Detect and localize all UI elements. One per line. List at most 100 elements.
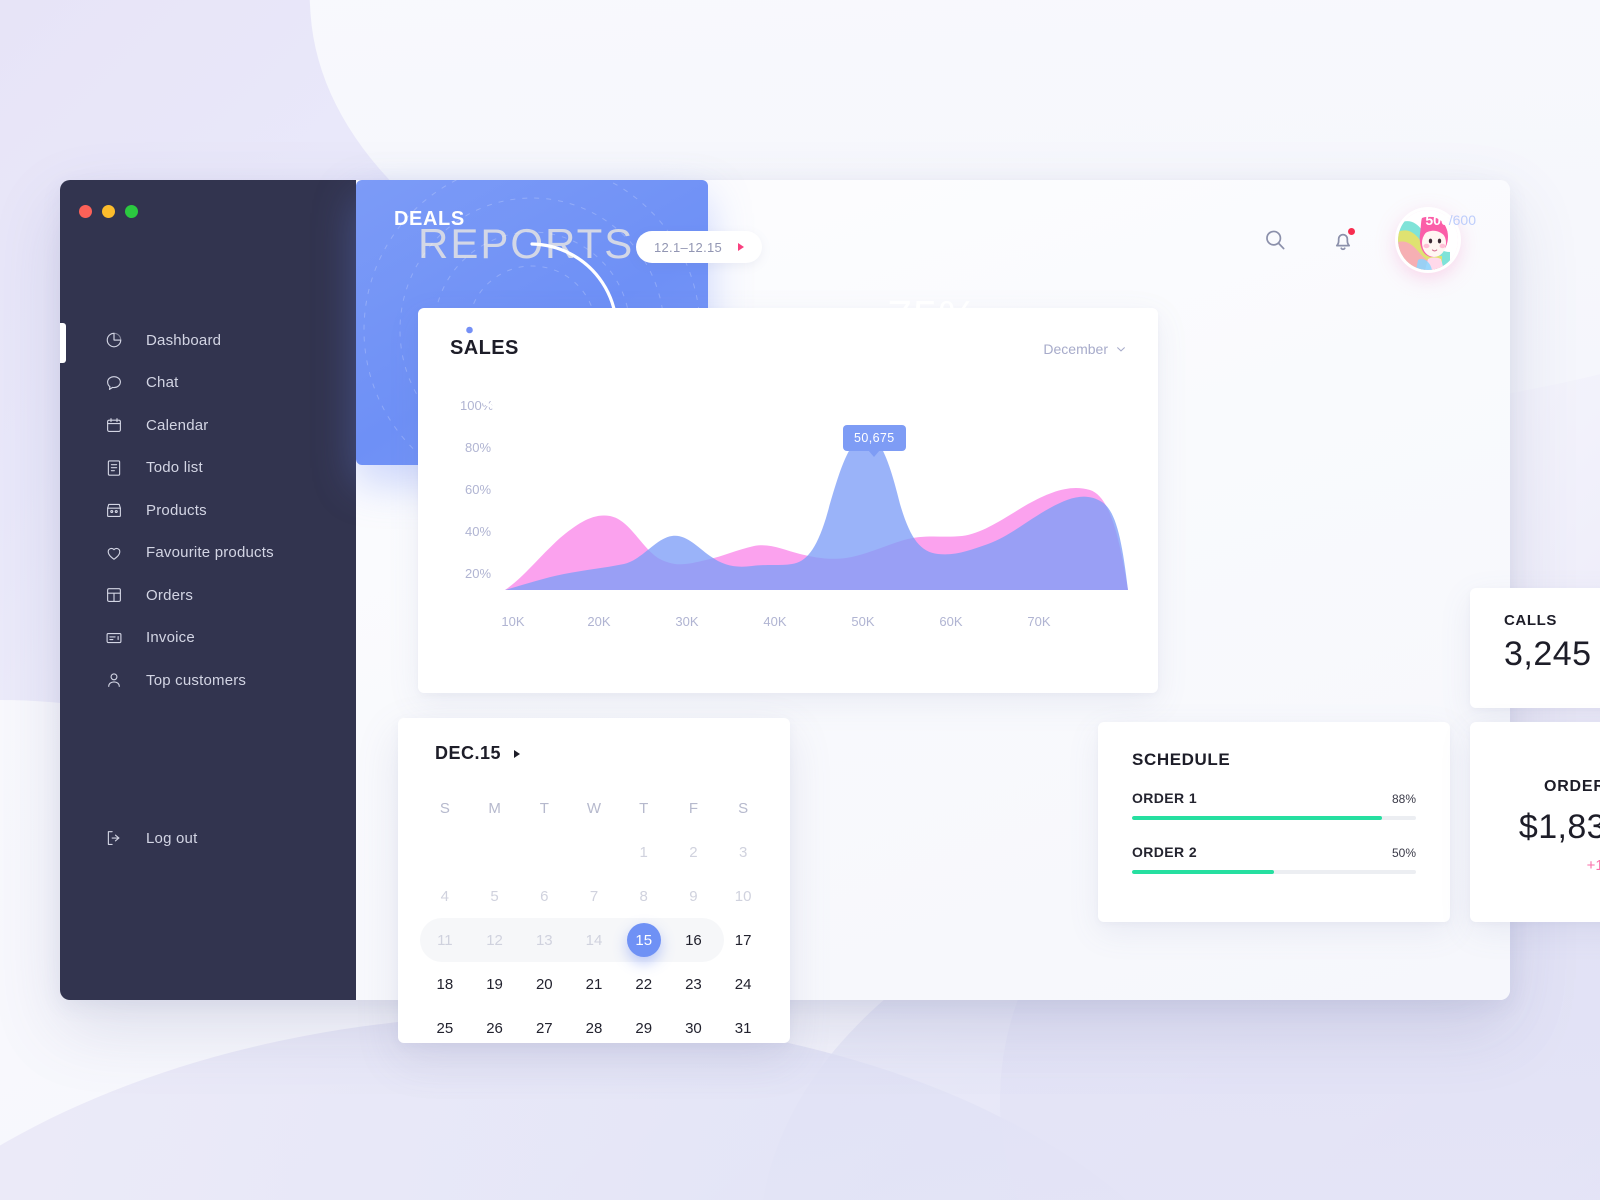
sidebar-item-favourite-products[interactable]: Favourite products — [60, 532, 356, 575]
calendar-day[interactable]: 11 — [420, 918, 470, 962]
calendar-day[interactable]: 29 — [619, 1006, 669, 1050]
sidebar-item-label: Top customers — [146, 671, 247, 689]
calendar-day[interactable]: 25 — [420, 1006, 470, 1050]
calendar-day[interactable]: 19 — [470, 962, 520, 1006]
sidebar: Dashboard Chat Calendar Todo list Produc… — [60, 180, 356, 1000]
sidebar-item-products[interactable]: Products — [60, 489, 356, 532]
calendar-day[interactable]: 17 — [718, 918, 768, 962]
deals-percent-value: 75% — [887, 292, 979, 341]
sidebar-item-chat[interactable]: Chat — [60, 362, 356, 405]
svg-text:40K: 40K — [763, 614, 786, 629]
sidebar-item-logout[interactable]: Log out — [60, 817, 356, 860]
calendar-day[interactable]: 5 — [470, 874, 520, 918]
x-axis-ticks: 10K 20K 30K 40K 50K 60K 70K — [501, 614, 1050, 629]
calendar-day-label: 25 — [436, 1019, 454, 1037]
calendar-day-label: 8 — [639, 887, 648, 905]
layout-icon — [104, 585, 124, 605]
svg-text:60K: 60K — [939, 614, 962, 629]
schedule-row-percent: 50% — [1391, 846, 1416, 860]
list-document-icon — [104, 458, 124, 478]
calendar-day[interactable]: 6 — [519, 874, 569, 918]
calendar-day[interactable]: 9 — [669, 874, 719, 918]
sidebar-nav: Dashboard Chat Calendar Todo list Produc… — [60, 319, 356, 702]
calendar-day[interactable]: 27 — [519, 1006, 569, 1050]
sidebar-item-label: Orders — [146, 586, 194, 604]
calendar-day[interactable]: 30 — [669, 1006, 719, 1050]
calendar-day-header: F — [688, 799, 698, 817]
calendar-day[interactable]: 15 — [619, 918, 669, 962]
sidebar-item-calendar[interactable]: Calendar — [60, 404, 356, 447]
svg-text:20K: 20K — [587, 614, 610, 629]
svg-text:60%: 60% — [465, 482, 491, 497]
calendar-day-label: 14 — [585, 931, 603, 949]
svg-text:30K: 30K — [675, 614, 698, 629]
calendar-day[interactable]: 3 — [718, 830, 768, 874]
calendar-day[interactable]: 12 — [470, 918, 520, 962]
close-window-button[interactable] — [79, 205, 92, 218]
calendar-day[interactable]: 24 — [718, 962, 768, 1006]
calendar-day[interactable]: 8 — [619, 874, 669, 918]
calls-card-title: CALLS — [1504, 612, 1557, 629]
sidebar-item-todo-list[interactable]: Todo list — [60, 447, 356, 490]
store-icon — [104, 500, 124, 520]
calendar-day-empty — [470, 830, 520, 874]
sidebar-item-top-customers[interactable]: Top customers — [60, 659, 356, 702]
progress-fill — [1132, 870, 1274, 874]
calendar-day[interactable]: 26 — [470, 1006, 520, 1050]
calendar-day[interactable]: 28 — [569, 1006, 619, 1050]
sidebar-item-label: Favourite products — [146, 544, 274, 562]
calendar-day[interactable]: 16 — [669, 918, 719, 962]
schedule-card-title: SCHEDULE — [1132, 750, 1231, 769]
calendar-day[interactable]: 31 — [718, 1006, 768, 1050]
chat-bubble-icon — [104, 373, 124, 393]
sidebar-item-dashboard[interactable]: Dashboard — [60, 319, 356, 362]
calendar-day-label: 11 — [437, 931, 453, 949]
calendar-day-label: 15 — [626, 923, 661, 957]
calendar-day[interactable]: 20 — [519, 962, 569, 1006]
deals-card-title: DEALS — [394, 208, 465, 230]
calendar-day[interactable]: 13 — [519, 918, 569, 962]
order-value-card: ORDER VALUE $1,835,256 +16% — [1470, 722, 1600, 922]
calendar-month-label: DEC.15 — [435, 743, 502, 763]
calendar-header[interactable]: DEC.15 — [435, 743, 521, 764]
svg-text:50K: 50K — [851, 614, 874, 629]
pie-chart-icon — [104, 330, 124, 350]
calendar-day[interactable]: 21 — [569, 962, 619, 1006]
play-triangle-icon — [514, 749, 521, 758]
calendar-day[interactable]: 1 — [619, 830, 669, 874]
calendar-day-label: 18 — [436, 975, 454, 993]
calendar-day[interactable]: 18 — [420, 962, 470, 1006]
order-value-delta: +16% — [1586, 857, 1600, 874]
minimize-window-button[interactable] — [102, 205, 115, 218]
sidebar-item-label: Chat — [146, 374, 179, 392]
logout-icon — [104, 828, 124, 848]
sidebar-item-orders[interactable]: Orders — [60, 574, 356, 617]
calendar-day-label: 5 — [490, 887, 499, 905]
calls-card: CALLS 3,245 +8% — [1470, 588, 1600, 708]
calendar-day-label: 3 — [738, 843, 748, 861]
calendar-day-label: 24 — [734, 975, 752, 993]
sidebar-item-invoice[interactable]: Invoice — [60, 617, 356, 660]
svg-text:20%: 20% — [465, 566, 491, 581]
calendar-day-label: 27 — [535, 1019, 553, 1037]
svg-text:70K: 70K — [1027, 614, 1050, 629]
heart-icon — [104, 543, 124, 563]
calendar-day[interactable]: 10 — [718, 874, 768, 918]
calendar-day[interactable]: 2 — [669, 830, 719, 874]
calendar-day-header: M — [488, 799, 501, 817]
order-value-title: ORDER VALUE — [1543, 778, 1600, 795]
calendar-day[interactable]: 23 — [669, 962, 719, 1006]
calendar-day-label: 1 — [639, 843, 648, 861]
calendar-day-label: 26 — [486, 1019, 503, 1037]
calendar-day-label: 28 — [585, 1019, 603, 1037]
schedule-row-name: ORDER 1 — [1132, 790, 1198, 806]
calendar-day-header: T — [639, 799, 649, 817]
calendar-day[interactable]: 22 — [619, 962, 669, 1006]
month-selector[interactable]: December — [1043, 341, 1126, 357]
calendar-day[interactable]: 14 — [569, 918, 619, 962]
calendar-day-header: S — [738, 799, 749, 817]
calendar-day[interactable]: 7 — [569, 874, 619, 918]
maximize-window-button[interactable] — [125, 205, 138, 218]
calendar-day[interactable]: 4 — [420, 874, 470, 918]
schedule-row: ORDER 1 88% — [1132, 790, 1416, 820]
